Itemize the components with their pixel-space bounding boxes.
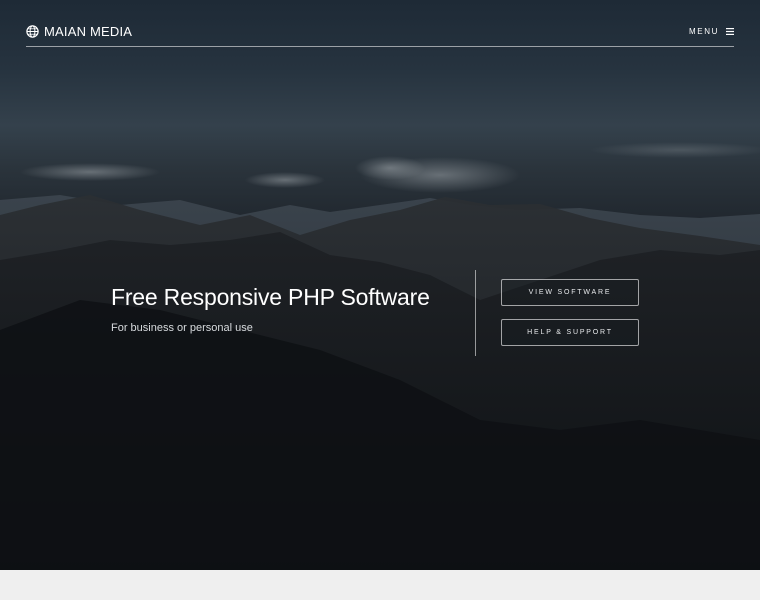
view-software-button[interactable]: VIEW SOFTWARE [501, 279, 639, 306]
globe-icon [26, 24, 39, 38]
hero-section: MAIAN MEDIA MENU Free Responsive PHP Sof… [0, 0, 760, 570]
brand-logo-link[interactable]: MAIAN MEDIA [26, 22, 132, 40]
hamburger-icon [726, 27, 734, 35]
hero-subtitle: For business or personal use [111, 322, 253, 334]
top-navigation-bar: MAIAN MEDIA MENU [26, 0, 734, 47]
hero-title: Free Responsive PHP Software [111, 284, 430, 310]
menu-button[interactable]: MENU [689, 24, 734, 38]
page-content-area [0, 570, 760, 600]
help-support-button[interactable]: HELP & SUPPORT [501, 319, 639, 346]
brand-name: MAIAN MEDIA [44, 23, 133, 39]
vertical-divider [475, 270, 476, 356]
menu-label: MENU [689, 26, 719, 36]
